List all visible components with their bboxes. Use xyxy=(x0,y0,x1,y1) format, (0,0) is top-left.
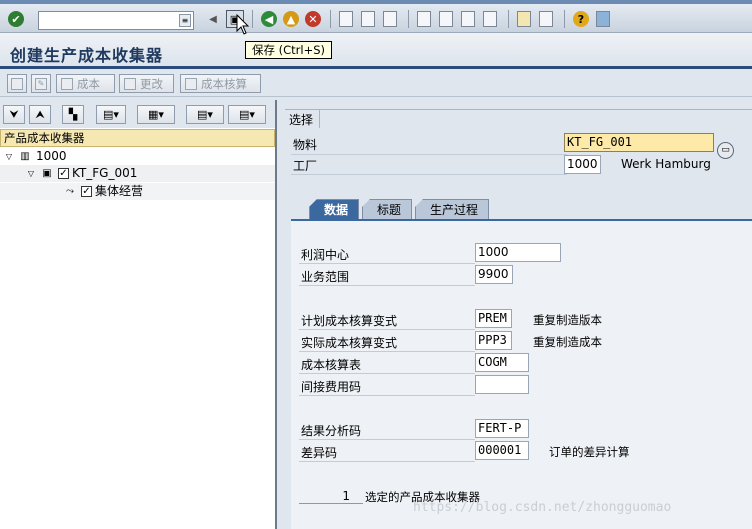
results-analysis-key-field[interactable]: FERT-P xyxy=(475,419,529,438)
cancel-icon[interactable]: ✕ xyxy=(305,11,321,27)
overhead-key-label: 间接费用码 xyxy=(301,380,362,394)
back-icon[interactable]: ◀ xyxy=(261,11,277,27)
application-toolbar: ✎ 成本 更改 成本核算 xyxy=(0,70,752,97)
export-icon[interactable]: ▤▾ xyxy=(186,105,224,124)
system-toolbar: ✔ ≡ ◀ ▣ ◀ ▲ ✕ ? xyxy=(0,4,752,33)
first-page-icon[interactable] xyxy=(417,11,431,27)
costs-icon xyxy=(61,77,73,90)
costing-button[interactable]: 成本核算 xyxy=(180,74,261,93)
collapse-arrow-icon[interactable]: ◀ xyxy=(204,10,222,28)
exit-icon[interactable]: ▲ xyxy=(283,11,299,27)
plant-label: 工厂 xyxy=(293,159,318,173)
tree-node-label: KT_FG_001 xyxy=(72,166,138,180)
change-button-label: 更改 xyxy=(140,76,163,91)
tree-node-material[interactable]: ▽ ▣ ✓ KT_FG_001 xyxy=(0,165,275,182)
create-session-icon[interactable] xyxy=(517,11,531,27)
planned-costing-variant-description: 重复制造版本 xyxy=(533,313,602,327)
variance-key-description: 订单的差异计算 xyxy=(549,445,630,459)
print-icon[interactable] xyxy=(339,11,353,27)
binoculars-icon[interactable]: ▚ xyxy=(62,105,84,124)
tree-node-plant[interactable]: ▽ ▥ 1000 xyxy=(0,148,275,165)
material-field[interactable]: KT_FG_001 xyxy=(564,133,714,152)
overhead-key-field[interactable] xyxy=(475,375,529,394)
pencil-icon: ✎ xyxy=(35,77,47,90)
costs-button[interactable]: 成本 xyxy=(56,74,115,93)
cost-collector-icon: ⤳ xyxy=(66,186,74,197)
collapse-all-icon[interactable]: ⮝ xyxy=(29,105,51,124)
material-checkbox[interactable]: ✓ xyxy=(58,168,69,179)
plant-field[interactable]: 1000 xyxy=(564,155,601,174)
layout-icon[interactable]: ▦▾ xyxy=(137,105,175,124)
last-page-icon[interactable] xyxy=(483,11,497,27)
actual-costing-variant-label: 实际成本核算变式 xyxy=(301,336,398,350)
costs-button-label: 成本 xyxy=(77,76,100,91)
business-area-field[interactable]: 9900 xyxy=(475,265,513,284)
new-document-icon xyxy=(11,77,23,90)
material-label: 物料 xyxy=(293,138,318,152)
save-tooltip: 保存 (Ctrl+S) xyxy=(245,41,333,59)
collector-checkbox[interactable]: ✓ xyxy=(81,186,92,197)
help-icon[interactable]: ? xyxy=(573,11,589,27)
create-icon[interactable] xyxy=(7,74,27,93)
costing-button-label: 成本核算 xyxy=(201,76,247,91)
change-icon xyxy=(124,77,136,90)
tab-data[interactable]: 数据 xyxy=(309,199,360,219)
tree-node-label: 1000 xyxy=(36,149,67,163)
title-bar: 创建生产成本收集器 xyxy=(0,33,752,69)
variance-key-label: 差异码 xyxy=(301,446,338,460)
edit-icon[interactable]: ✎ xyxy=(31,74,51,93)
planned-costing-variant-label: 计划成本核算变式 xyxy=(301,314,398,328)
plant-description: Werk Hamburg xyxy=(621,157,711,171)
selection-group: 选择 物料 KT_FG_001 ▭ 工厂 1000 Werk Hamburg xyxy=(285,109,752,177)
selected-count: 1 xyxy=(299,489,363,504)
enter-icon[interactable]: ✔ xyxy=(8,11,24,27)
profit-center-label: 利润中心 xyxy=(301,248,350,262)
results-analysis-key-label: 结果分析码 xyxy=(301,424,362,438)
command-field[interactable]: ≡ xyxy=(38,11,194,30)
actual-costing-variant-field[interactable]: PPP3 xyxy=(475,331,512,350)
shortcut-icon[interactable] xyxy=(539,11,553,27)
layout-menu-icon[interactable] xyxy=(596,11,610,27)
expand-all-icon[interactable]: ⮟ xyxy=(3,105,25,124)
tab-production-process[interactable]: 生产过程 xyxy=(415,199,490,219)
watermark: https://blog.csdn.net/zhongguomao xyxy=(413,500,672,515)
find-next-icon[interactable] xyxy=(383,11,397,27)
page-title: 创建生产成本收集器 xyxy=(10,46,164,65)
material-icon: ▣ xyxy=(42,168,52,179)
print-tree-icon[interactable]: ▤▾ xyxy=(96,105,126,124)
costing-sheet-label: 成本核算表 xyxy=(301,358,362,372)
tree-toolbar: ⮟ ⮝ ▚ ▤▾ ▦▾ ▤▾ ▤▾ xyxy=(0,100,275,128)
view-icon[interactable]: ▤▾ xyxy=(228,105,266,124)
costing-icon xyxy=(185,77,197,90)
command-dropdown-icon[interactable]: ≡ xyxy=(179,14,191,27)
tree-node-collector[interactable]: ⤳ ✓ 集体经营 xyxy=(0,183,275,200)
actual-costing-variant-description: 重复制造成本 xyxy=(533,335,602,349)
next-page-icon[interactable] xyxy=(461,11,475,27)
variance-key-field[interactable]: 000001 xyxy=(475,441,529,460)
navigation-pane: ⮟ ⮝ ▚ ▤▾ ▦▾ ▤▾ ▤▾ 产品成本收集器 ▽ ▥ 1000 ▽ ▣ ✓… xyxy=(0,100,277,529)
find-icon[interactable] xyxy=(361,11,375,27)
previous-page-icon[interactable] xyxy=(439,11,453,27)
tab-header[interactable]: 标题 xyxy=(362,199,413,219)
planned-costing-variant-field[interactable]: PREM xyxy=(475,309,512,328)
factory-icon: ▥ xyxy=(20,151,30,162)
profit-center-field[interactable]: 1000 xyxy=(475,243,561,262)
business-area-label: 业务范围 xyxy=(301,270,350,284)
data-tab-panel: 利润中心 1000 业务范围 9900 计划成本核算变式 PREM 重复制造版本… xyxy=(291,219,752,529)
selection-group-title: 选择 xyxy=(285,110,321,128)
costing-sheet-field[interactable]: COGM xyxy=(475,353,529,372)
mouse-cursor-icon xyxy=(236,14,250,35)
tree-header: 产品成本收集器 xyxy=(0,129,275,147)
tree-node-label: 集体经营 xyxy=(95,184,144,198)
expand-arrow-icon[interactable]: ▽ xyxy=(26,165,36,182)
match-code-icon[interactable]: ▭ xyxy=(717,142,734,159)
change-button[interactable]: 更改 xyxy=(119,74,174,93)
expand-arrow-icon[interactable]: ▽ xyxy=(4,148,14,165)
